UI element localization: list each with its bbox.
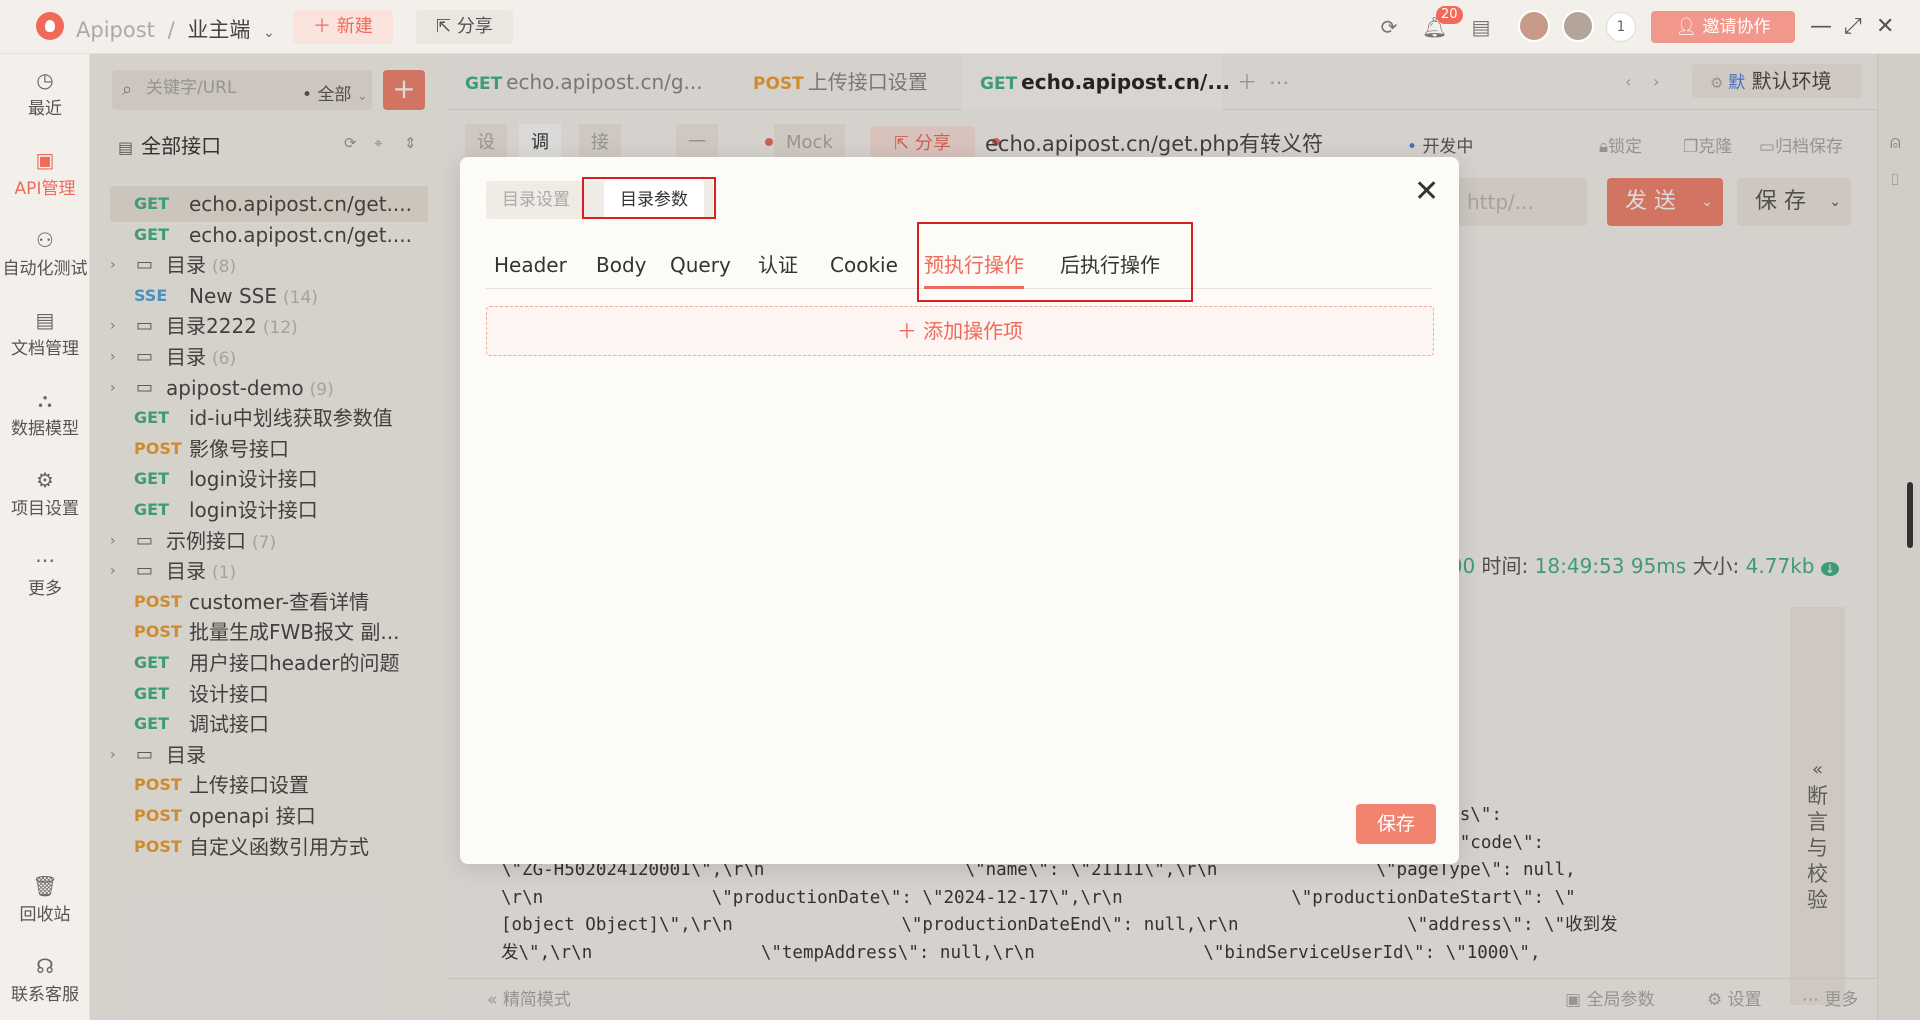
message-icon[interactable]: ▤ xyxy=(1470,16,1492,38)
nav-label: 回收站 xyxy=(19,905,71,925)
plus-icon: ＋ xyxy=(313,16,337,37)
folder-settings-modal: 目录设置 目录参数 ✕ Header Body Query 认证 Cookie … xyxy=(460,157,1459,864)
add-operation-button[interactable]: ＋ 添加操作项 xyxy=(486,306,1434,356)
close-icon[interactable]: ✕ xyxy=(1414,177,1439,207)
share-button-label: 分享 xyxy=(456,16,493,37)
breadcrumb-separator: / xyxy=(167,18,175,42)
nav-item-api[interactable]: ▣ API管理 xyxy=(0,148,90,199)
apipost-logo-icon xyxy=(36,12,64,40)
highlight-box xyxy=(917,222,1193,302)
nav-label: 文档管理 xyxy=(11,339,79,359)
member-count[interactable]: 1 xyxy=(1606,12,1636,42)
sync-icon[interactable]: ⟳ xyxy=(1378,16,1400,38)
headset-icon: ☊ xyxy=(36,954,54,978)
api-icon: ▣ xyxy=(35,148,55,172)
settings-icon: ⚙ xyxy=(36,468,54,492)
tab-query[interactable]: Query xyxy=(670,245,731,289)
tab-body[interactable]: Body xyxy=(596,245,647,289)
clock-icon: ◷ xyxy=(36,68,54,92)
modal-save-button[interactable]: 保存 xyxy=(1356,804,1436,844)
tab-folder-settings[interactable]: 目录设置 xyxy=(486,181,586,219)
document-icon: ▤ xyxy=(35,308,55,332)
nav-item-recent[interactable]: ◷ 最近 xyxy=(0,68,90,119)
plus-icon: ＋ xyxy=(896,319,924,343)
more-icon: ⋯ xyxy=(35,548,55,572)
left-nav: ◷ 最近 ▣ API管理 ⚇ 自动化测试 ▤ 文档管理 ⛬ 数据模型 ⚙ 项目设置 ⋯ 更多 … xyxy=(0,54,90,1020)
tab-auth[interactable]: 认证 xyxy=(758,245,798,289)
automation-icon: ⚇ xyxy=(36,228,54,252)
maximize-icon[interactable]: ⤢ xyxy=(1844,14,1862,39)
nav-item-project-settings[interactable]: ⚙ 项目设置 xyxy=(0,468,90,519)
invite-label: 邀请协作 xyxy=(1702,17,1771,37)
nav-item-trash[interactable]: 🗑︎ 回收站 xyxy=(0,874,90,925)
invite-button[interactable]: 👤︎ 邀请协作 xyxy=(1651,11,1795,43)
avatar[interactable] xyxy=(1562,10,1594,42)
share-button[interactable]: ⇱ 分享 xyxy=(416,10,513,44)
nav-item-models[interactable]: ⛬ 数据模型 xyxy=(0,388,90,439)
trash-icon: 🗑︎ xyxy=(32,874,58,898)
top-bar: Apipost / 业主端 ⌄ ＋ 新建 ⇱ 分享 ⟳ 🔔︎ 20 ▤ 1 👤︎… xyxy=(0,0,1920,54)
chevron-down-icon[interactable]: ⌄ xyxy=(263,25,275,41)
nav-label: 自动化测试 xyxy=(2,259,88,279)
tab-cookie[interactable]: Cookie xyxy=(830,245,898,289)
nav-label: 联系客服 xyxy=(11,985,79,1005)
highlight-box xyxy=(582,177,716,219)
nav-label: 最近 xyxy=(28,99,62,119)
model-icon: ⛬ xyxy=(38,388,52,412)
tab-header[interactable]: Header xyxy=(494,245,567,289)
breadcrumb: Apipost / 业主端 ⌄ xyxy=(76,14,275,44)
nav-label: 数据模型 xyxy=(11,419,79,439)
nav-label: 项目设置 xyxy=(11,499,79,519)
nav-label: API管理 xyxy=(14,179,76,199)
app-name: Apipost xyxy=(76,18,155,42)
avatar[interactable] xyxy=(1518,10,1550,42)
nav-item-docs[interactable]: ▤ 文档管理 xyxy=(0,308,90,359)
minimize-icon[interactable]: — xyxy=(1810,14,1832,39)
nav-label: 更多 xyxy=(28,579,62,599)
new-button-label: 新建 xyxy=(336,16,373,37)
project-selector[interactable]: 业主端 xyxy=(187,18,250,42)
new-button[interactable]: ＋ 新建 xyxy=(293,10,393,44)
add-operation-label: 添加操作项 xyxy=(923,319,1024,343)
nav-item-support[interactable]: ☊ 联系客服 xyxy=(0,954,90,1005)
share-icon: ⇱ xyxy=(436,16,457,37)
nav-item-more[interactable]: ⋯ 更多 xyxy=(0,548,90,599)
user-icon: 👤︎ xyxy=(1675,17,1703,37)
close-window-icon[interactable]: ✕ xyxy=(1876,14,1894,39)
nav-item-automation[interactable]: ⚇ 自动化测试 xyxy=(0,228,90,279)
notification-badge: 20 xyxy=(1436,6,1463,24)
